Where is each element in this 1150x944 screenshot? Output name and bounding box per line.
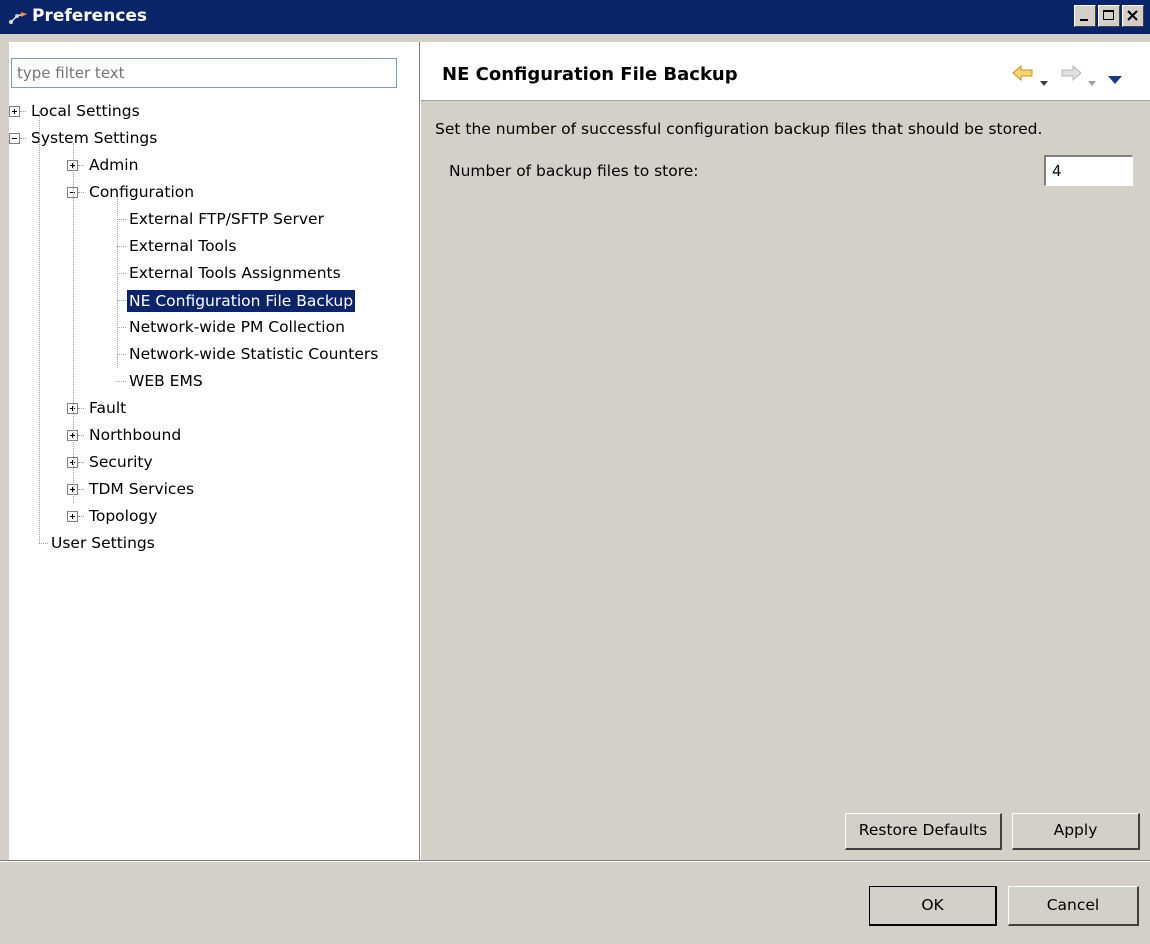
tree-item-label: System Settings — [31, 129, 158, 147]
eclipse-preferences-icon — [8, 8, 30, 26]
tree-item-label: User Settings — [51, 534, 155, 552]
tree-connector — [117, 300, 126, 301]
tree-connector — [117, 327, 126, 328]
tree-connector — [78, 408, 84, 409]
restore-defaults-button[interactable]: Restore Defaults — [845, 813, 1002, 850]
back-arrow-icon[interactable] — [1012, 64, 1034, 86]
tree-guide-line — [39, 111, 40, 543]
page-title: NE Configuration File Backup — [442, 64, 738, 85]
minimize-icon[interactable] — [1074, 5, 1096, 27]
tree-guide-line — [117, 197, 118, 368]
tree-item[interactable]: External Tools Assignments — [9, 260, 419, 287]
tree-item[interactable]: Network-wide Statistic Counters — [9, 341, 419, 368]
tree-item-label: Northbound — [89, 426, 182, 444]
tree-item[interactable]: User Settings — [9, 530, 419, 557]
tree-item-label: External FTP/SFTP Server — [129, 210, 324, 228]
preference-page: NE Configuration File Backup Set the num… — [421, 42, 1150, 860]
filter-input[interactable] — [11, 58, 397, 88]
forward-arrow-icon[interactable] — [1060, 64, 1082, 86]
tree-item[interactable]: External Tools — [9, 233, 419, 260]
tree-connector — [117, 219, 126, 220]
close-icon[interactable] — [1122, 5, 1144, 27]
forward-dropdown-icon[interactable] — [1088, 71, 1096, 90]
tree-item-label: WEB EMS — [129, 372, 203, 390]
tree-connector — [20, 138, 26, 139]
page-description: Set the number of successful configurati… — [435, 120, 1043, 138]
expand-icon[interactable] — [67, 511, 78, 522]
tree-item-label: Local Settings — [31, 102, 140, 120]
tree-item-label: TDM Services — [89, 480, 195, 498]
tree-item[interactable]: Local Settings — [9, 98, 419, 125]
tree-item[interactable]: WEB EMS — [9, 368, 419, 395]
preference-tree-pane: Local Settings System Settings Admin Config… — [9, 42, 420, 860]
page-nav-toolbar — [1012, 64, 1132, 86]
tree-connector — [117, 273, 126, 274]
ok-button[interactable]: OK — [869, 886, 997, 926]
tree-item[interactable]: Admin — [9, 152, 419, 179]
tree-connector — [78, 165, 84, 166]
preferences-dialog: Preferences Local Settings System Setting… — [0, 0, 1150, 944]
tree-item[interactable]: Northbound — [9, 422, 419, 449]
tree-connector — [117, 354, 126, 355]
view-menu-icon[interactable] — [1108, 69, 1122, 88]
tree-item-label: External Tools Assignments — [129, 264, 341, 282]
caption-buttons — [1072, 5, 1144, 27]
tree-connector — [78, 516, 84, 517]
tree-item-label: Security — [89, 453, 153, 471]
tree-item[interactable]: Network-wide PM Collection — [9, 314, 419, 341]
tree-connector — [78, 192, 84, 193]
tree-item-label: NE Configuration File Backup — [127, 290, 356, 312]
maximize-icon[interactable] — [1098, 5, 1120, 27]
tree-connector — [20, 111, 26, 112]
tree-item[interactable]: Security — [9, 449, 419, 476]
tree-item-label: Topology — [89, 507, 158, 525]
page-header: NE Configuration File Backup — [421, 42, 1150, 101]
tree-item-label: External Tools — [129, 237, 237, 255]
tree-item-label: Network-wide PM Collection — [129, 318, 345, 336]
tree-item-label: Fault — [89, 399, 127, 417]
backup-count-label: Number of backup files to store: — [449, 162, 699, 180]
tree-connector — [117, 381, 126, 382]
backup-count-field[interactable] — [1044, 155, 1133, 186]
button-bar-separator — [0, 860, 1150, 862]
tree-item[interactable]: Fault — [9, 395, 419, 422]
tree-item-label: Network-wide Statistic Counters — [129, 345, 379, 363]
cancel-button[interactable]: Cancel — [1008, 886, 1139, 926]
tree-connector — [39, 543, 48, 544]
tree-guide-line — [73, 143, 74, 503]
apply-button[interactable]: Apply — [1012, 813, 1140, 850]
tree-connector — [78, 489, 84, 490]
tree-item[interactable]: TDM Services — [9, 476, 419, 503]
tree-connector — [117, 246, 126, 247]
title-bar[interactable]: Preferences — [0, 0, 1150, 34]
tree-item[interactable]: NE Configuration File Backup — [9, 287, 419, 314]
window-title: Preferences — [32, 6, 148, 26]
tree-item-label: Admin — [89, 156, 139, 174]
tree-connector — [78, 462, 84, 463]
tree-item[interactable]: Topology — [9, 503, 419, 530]
tree-item[interactable]: Configuration — [9, 179, 419, 206]
tree-item[interactable]: System Settings — [9, 125, 419, 152]
tree-item[interactable]: External FTP/SFTP Server — [9, 206, 419, 233]
back-dropdown-icon[interactable] — [1040, 71, 1048, 90]
tree-item-label: Configuration — [89, 183, 195, 201]
tree-connector — [78, 435, 84, 436]
expand-icon[interactable] — [9, 106, 20, 117]
collapse-icon[interactable] — [9, 133, 20, 144]
